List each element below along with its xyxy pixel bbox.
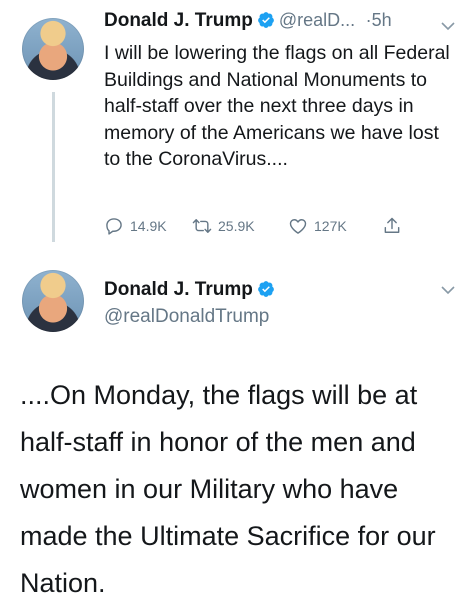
- avatar[interactable]: [22, 18, 84, 80]
- heart-icon: [289, 219, 307, 234]
- display-name[interactable]: Donald J. Trump: [104, 10, 253, 31]
- retweet-button[interactable]: 25.9K: [192, 216, 255, 236]
- tweet-actions: 14.9K 25.9K 127K: [104, 216, 424, 240]
- chevron-down-icon[interactable]: [440, 18, 456, 34]
- retweet-icon: [192, 219, 212, 233]
- tweet-text: I will be lowering the flags on all Fede…: [104, 42, 450, 170]
- user-handle[interactable]: @realDonaldTrump: [104, 306, 269, 328]
- share-icon: [384, 217, 400, 233]
- tweet-text: ....On Monday, the flags will be at half…: [20, 380, 436, 598]
- reply-button[interactable]: 14.9K: [104, 216, 167, 236]
- like-count: 127K: [314, 218, 347, 234]
- share-button[interactable]: [382, 216, 402, 236]
- retweet-count: 25.9K: [218, 218, 255, 234]
- like-button[interactable]: 127K: [288, 216, 347, 236]
- tweet-header: Donald J. Trump: [104, 279, 279, 301]
- timestamp[interactable]: 5h: [372, 10, 392, 30]
- thread-connector: [52, 92, 55, 242]
- tweet-header: Donald J. Trump @realD... ·5h: [104, 10, 392, 32]
- avatar[interactable]: [22, 270, 84, 332]
- display-name[interactable]: Donald J. Trump: [104, 279, 253, 300]
- verified-badge-icon: [257, 281, 274, 297]
- reply-icon: [106, 218, 122, 235]
- verified-badge-icon: [257, 12, 274, 28]
- user-handle[interactable]: @realD...: [279, 10, 355, 30]
- reply-count: 14.9K: [130, 218, 167, 234]
- chevron-down-icon[interactable]: [440, 282, 456, 298]
